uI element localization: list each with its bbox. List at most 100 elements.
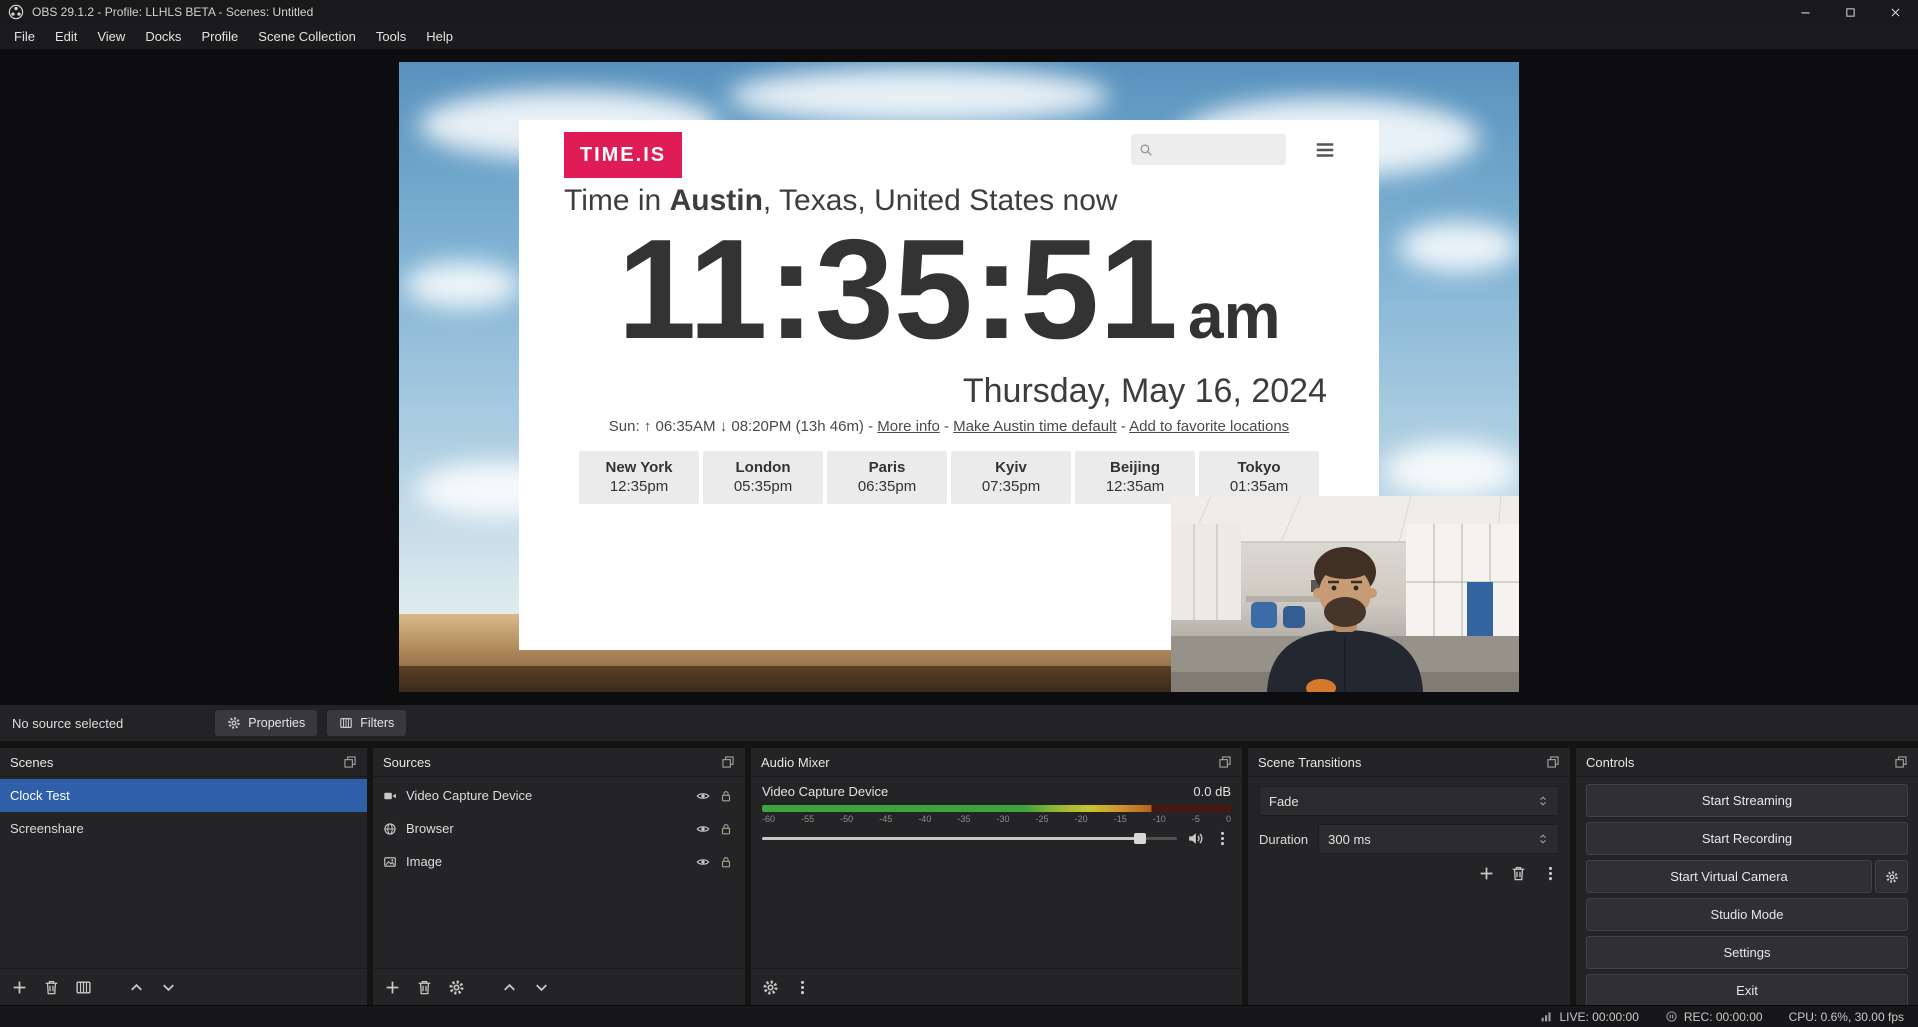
add-source-button[interactable] [384, 979, 401, 996]
mute-speaker-icon[interactable] [1187, 830, 1204, 847]
source-toolbar-buttons: Properties Filters [215, 710, 406, 736]
mixer-toolbar [751, 968, 1242, 1005]
menu-scene-collection[interactable]: Scene Collection [248, 24, 366, 49]
minimize-button[interactable] [1783, 0, 1828, 24]
volume-slider[interactable] [762, 831, 1177, 846]
controls-dock-header: Controls [1576, 748, 1918, 777]
source-item-image[interactable]: Image [373, 845, 745, 878]
settings-button[interactable]: Settings [1586, 936, 1908, 969]
rec-time: REC: 00:00:00 [1684, 1010, 1763, 1024]
studio-mode-button[interactable]: Studio Mode [1586, 898, 1908, 931]
scene-filters-button[interactable] [75, 979, 92, 996]
visibility-eye-icon[interactable] [696, 855, 710, 869]
filters-button[interactable]: Filters [327, 710, 406, 736]
source-properties-button[interactable] [448, 979, 465, 996]
properties-label: Properties [248, 716, 305, 730]
remove-transition-button[interactable] [1510, 865, 1527, 882]
transition-select[interactable]: Fade [1259, 786, 1559, 816]
menu-file[interactable]: File [4, 24, 45, 49]
sources-dock-header: Sources [373, 748, 745, 777]
move-source-down-button[interactable] [533, 979, 550, 996]
menu-help[interactable]: Help [416, 24, 463, 49]
popout-dock-icon[interactable] [1218, 755, 1232, 769]
city-time-box: Paris06:35pm [827, 451, 947, 504]
move-source-up-button[interactable] [501, 979, 518, 996]
sources-list: Video Capture Device Browser Image [373, 777, 745, 968]
menu-edit[interactable]: Edit [45, 24, 87, 49]
titlebar: OBS 29.1.2 - Profile: LLHLS BETA - Scene… [0, 0, 1918, 24]
maximize-button[interactable] [1828, 0, 1873, 24]
advanced-audio-button[interactable] [762, 979, 779, 996]
webcam-video [1171, 496, 1519, 692]
menu-tools[interactable]: Tools [366, 24, 416, 49]
meter-tick-label: -50 [840, 814, 853, 824]
start-recording-button[interactable]: Start Recording [1586, 822, 1908, 855]
add-transition-button[interactable] [1478, 865, 1495, 882]
obs-window: OBS 29.1.2 - Profile: LLHLS BETA - Scene… [0, 0, 1918, 1027]
globe-icon [383, 822, 397, 836]
audio-mixer-title: Audio Mixer [761, 755, 830, 770]
menubar: File Edit View Docks Profile Scene Colle… [0, 24, 1918, 50]
make-default-link: Make Austin time default [953, 418, 1116, 435]
duration-label: Duration [1259, 832, 1308, 847]
popout-dock-icon[interactable] [721, 755, 735, 769]
start-streaming-button[interactable]: Start Streaming [1586, 784, 1908, 817]
virtual-camera-config-button[interactable] [1875, 860, 1908, 893]
city-time-box: London05:35pm [703, 451, 823, 504]
transition-properties-button[interactable] [1542, 865, 1559, 882]
menu-profile[interactable]: Profile [191, 24, 248, 49]
transition-selected-value: Fade [1269, 794, 1299, 809]
docks-area: Scenes Clock Test Screenshare [0, 741, 1918, 1005]
transition-duration-input[interactable]: 300 ms [1318, 824, 1559, 854]
lock-icon[interactable] [719, 822, 733, 836]
mixer-channel-level: 0.0 dB [1193, 784, 1231, 799]
cloud [405, 262, 520, 308]
scene-item-screenshare[interactable]: Screenshare [0, 812, 367, 845]
visibility-eye-icon[interactable] [696, 822, 710, 836]
menu-view[interactable]: View [87, 24, 135, 49]
meter-tick-label: -55 [801, 814, 814, 824]
move-scene-up-button[interactable] [128, 979, 145, 996]
stream-signal-icon [1540, 1010, 1553, 1023]
popout-dock-icon[interactable] [1546, 755, 1560, 769]
remove-scene-button[interactable] [43, 979, 60, 996]
lock-icon[interactable] [719, 789, 733, 803]
scene-transitions-dock: Scene Transitions Fade Duration 300 ms [1248, 748, 1570, 1005]
audio-mixer-header: Audio Mixer [751, 748, 1242, 777]
filters-label: Filters [360, 716, 394, 730]
popout-dock-icon[interactable] [343, 755, 357, 769]
move-scene-down-button[interactable] [160, 979, 177, 996]
meter-tick-label: -10 [1153, 814, 1166, 824]
mixer-menu-button[interactable] [794, 979, 811, 996]
cloud [1384, 442, 1519, 498]
scene-item-clock-test[interactable]: Clock Test [0, 779, 367, 812]
scenes-dock-title: Scenes [10, 755, 53, 770]
meter-tick-label: -35 [957, 814, 970, 824]
lock-icon[interactable] [719, 855, 733, 869]
exit-button[interactable]: Exit [1586, 974, 1908, 1007]
sources-dock-title: Sources [383, 755, 431, 770]
close-button[interactable] [1873, 0, 1918, 24]
volume-slider-handle[interactable] [1134, 833, 1146, 844]
properties-button[interactable]: Properties [215, 710, 317, 736]
source-item-video-capture[interactable]: Video Capture Device [373, 779, 745, 812]
sun-info-line: Sun: ↑ 06:35AM ↓ 08:20PM (13h 46m) - Mor… [519, 418, 1379, 435]
mixer-channel-name: Video Capture Device [762, 784, 888, 799]
source-item-browser[interactable]: Browser [373, 812, 745, 845]
scenes-list: Clock Test Screenshare [0, 777, 367, 968]
audio-mixer-dock: Audio Mixer Video Capture Device 0.0 dB … [751, 748, 1242, 1005]
popout-dock-icon[interactable] [1894, 755, 1908, 769]
meter-tick-label: 0 [1226, 814, 1231, 824]
scene-canvas[interactable]: TIME.IS Time in Austin, Texas, United St… [399, 62, 1519, 692]
close-icon [1889, 6, 1902, 19]
sources-toolbar [373, 968, 745, 1005]
remove-source-button[interactable] [416, 979, 433, 996]
start-virtual-camera-button[interactable]: Start Virtual Camera [1586, 860, 1872, 893]
updown-arrows-icon [1537, 794, 1549, 808]
scene-transitions-header: Scene Transitions [1248, 748, 1570, 777]
menu-docks[interactable]: Docks [135, 24, 191, 49]
visibility-eye-icon[interactable] [696, 789, 710, 803]
maximize-icon [1844, 6, 1857, 19]
channel-menu-icon[interactable] [1214, 830, 1231, 847]
add-scene-button[interactable] [11, 979, 28, 996]
